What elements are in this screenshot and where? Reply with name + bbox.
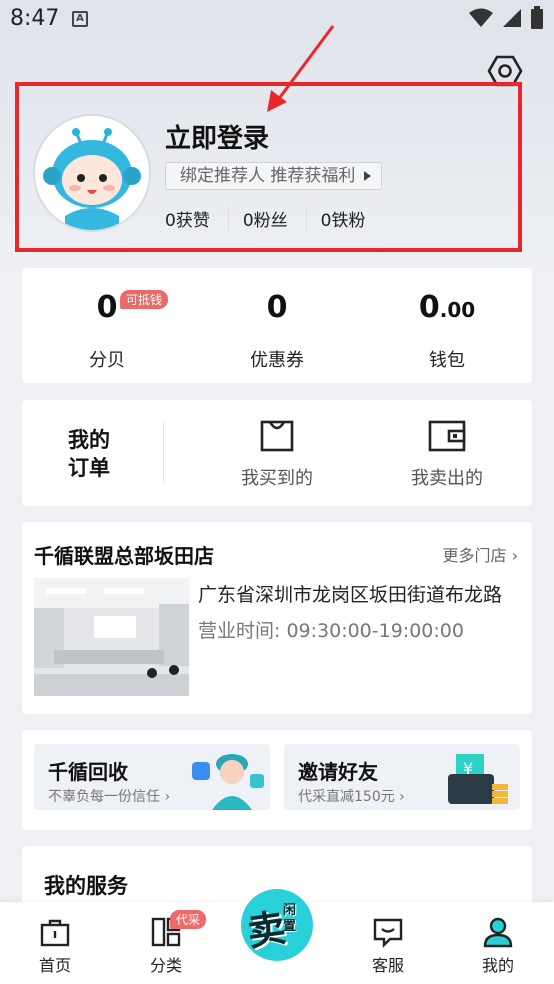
invite-promo[interactable]: 邀请好友 代采直减150元 › ¥ <box>284 744 520 810</box>
recycle-promo[interactable]: 千循回收 不辜负每一份信任 › <box>34 744 270 810</box>
orders-title-line1: 我的 <box>68 428 110 452</box>
recycle-subtitle-text: 不辜负每一份信任 <box>48 789 160 805</box>
bind-referrer-button[interactable]: 绑定推荐人 推荐获福利 <box>165 162 383 190</box>
bought-label: 我买到的 <box>241 468 313 489</box>
wallet-value-int: 0 <box>418 290 440 325</box>
store-address: 广东省深圳市龙岗区坂田街道布龙路 <box>198 584 503 606</box>
store-photo[interactable] <box>34 578 189 696</box>
store-name: 千循联盟总部坂田店 <box>34 544 214 568</box>
store-hours: 营业时间: 09:30:00-19:00:00 <box>198 620 464 642</box>
services-title: 我的服务 <box>44 874 128 898</box>
status-time: 8:47 <box>10 6 60 31</box>
nav-mine[interactable]: 我的 <box>458 916 538 976</box>
recycle-subtitle: 不辜负每一份信任 › <box>48 789 171 805</box>
wallet-icon <box>428 420 466 452</box>
wifi-icon <box>469 8 493 27</box>
orders-title-line2: 订单 <box>68 456 110 480</box>
category-badge: 代采 <box>170 910 207 929</box>
robot-avatar-icon <box>35 116 149 230</box>
shopping-bag-icon <box>260 420 294 452</box>
invite-title: 邀请好友 <box>298 760 378 784</box>
battery-icon <box>531 6 543 29</box>
nav-category-label: 分类 <box>149 956 182 975</box>
chevron-right-icon: › <box>511 546 518 565</box>
sell-idle-button[interactable]: 卖 闲置 <box>236 884 318 966</box>
profile-section[interactable]: 立即登录 绑定推荐人 推荐获福利 0获赞 0粉丝 0铁粉 <box>15 82 522 252</box>
sold-label: 我卖出的 <box>411 468 483 489</box>
avatar[interactable] <box>33 114 151 232</box>
status-icons <box>468 6 544 30</box>
points-label: 分贝 <box>89 350 125 371</box>
wallet-card: 0 分贝 可抵钱 0 优惠券 0.00 钱包 <box>22 268 532 383</box>
redeemable-badge: 可抵钱 <box>120 290 169 309</box>
nav-service[interactable]: 客服 <box>348 916 428 976</box>
social-stats: 0获赞 0粉丝 0铁粉 <box>165 206 365 231</box>
nav-category[interactable]: 分类 代采 <box>126 910 207 976</box>
wallet-item[interactable]: 0.00 钱包 <box>362 288 532 372</box>
sell-side-text: 闲置 <box>283 903 297 934</box>
wallet-value: 0.00 <box>362 288 532 328</box>
coupons-value: 0 <box>266 290 288 325</box>
bought-orders-button[interactable]: 我买到的 <box>212 418 342 490</box>
sold-orders-button[interactable]: 我卖出的 <box>382 418 512 490</box>
sell-main-text: 卖 <box>244 905 289 955</box>
coupons-label: 优惠券 <box>250 350 304 371</box>
more-stores-label: 更多门店 <box>442 546 507 565</box>
nav-mine-label: 我的 <box>481 956 514 975</box>
promo-card: 千循回收 不辜负每一份信任 › 邀请好友 代采直减150元 › ¥ <box>22 730 532 830</box>
wallet-value-decimal: .00 <box>439 298 476 322</box>
coupons-item[interactable]: 0 优惠券 <box>192 288 362 372</box>
shopping-bag-icon <box>40 919 70 947</box>
nav-service-label: 客服 <box>371 956 404 975</box>
fans-stat[interactable]: 0粉丝 <box>243 206 307 231</box>
delivery-man-icon <box>192 754 264 810</box>
store-interior-image <box>34 578 189 696</box>
nav-home[interactable]: 首页 <box>15 916 95 976</box>
invite-subtitle: 代采直减150元 › <box>298 789 405 805</box>
user-icon <box>483 917 513 948</box>
signal-icon <box>503 9 521 27</box>
orders-divider <box>163 422 164 484</box>
super-fans-stat[interactable]: 0铁粉 <box>321 206 366 231</box>
store-card[interactable]: 千循联盟总部坂田店 更多门店 › 广东省深圳市龙岗区坂田街道布龙路 营业时间: … <box>22 522 532 714</box>
money-wallet-icon: ¥ <box>448 754 508 804</box>
sell-idle-icon: 卖 闲置 <box>241 889 313 961</box>
bind-referrer-label: 绑定推荐人 推荐获福利 <box>180 166 356 186</box>
recycle-title: 千循回收 <box>48 760 128 784</box>
orders-title: 我的 订单 <box>68 426 110 482</box>
login-title[interactable]: 立即登录 <box>165 118 269 155</box>
wallet-label: 钱包 <box>429 350 465 371</box>
invite-subtitle-text: 代采直减150元 <box>298 789 395 805</box>
chat-icon <box>373 918 403 948</box>
orders-card: 我的 订单 我买到的 我卖出的 <box>22 400 532 506</box>
caret-right-icon <box>364 171 372 181</box>
nav-home-label: 首页 <box>38 956 71 975</box>
more-stores-link[interactable]: 更多门店 › <box>442 542 518 566</box>
notification-icon: A <box>72 11 88 27</box>
likes-stat[interactable]: 0获赞 <box>165 206 229 231</box>
